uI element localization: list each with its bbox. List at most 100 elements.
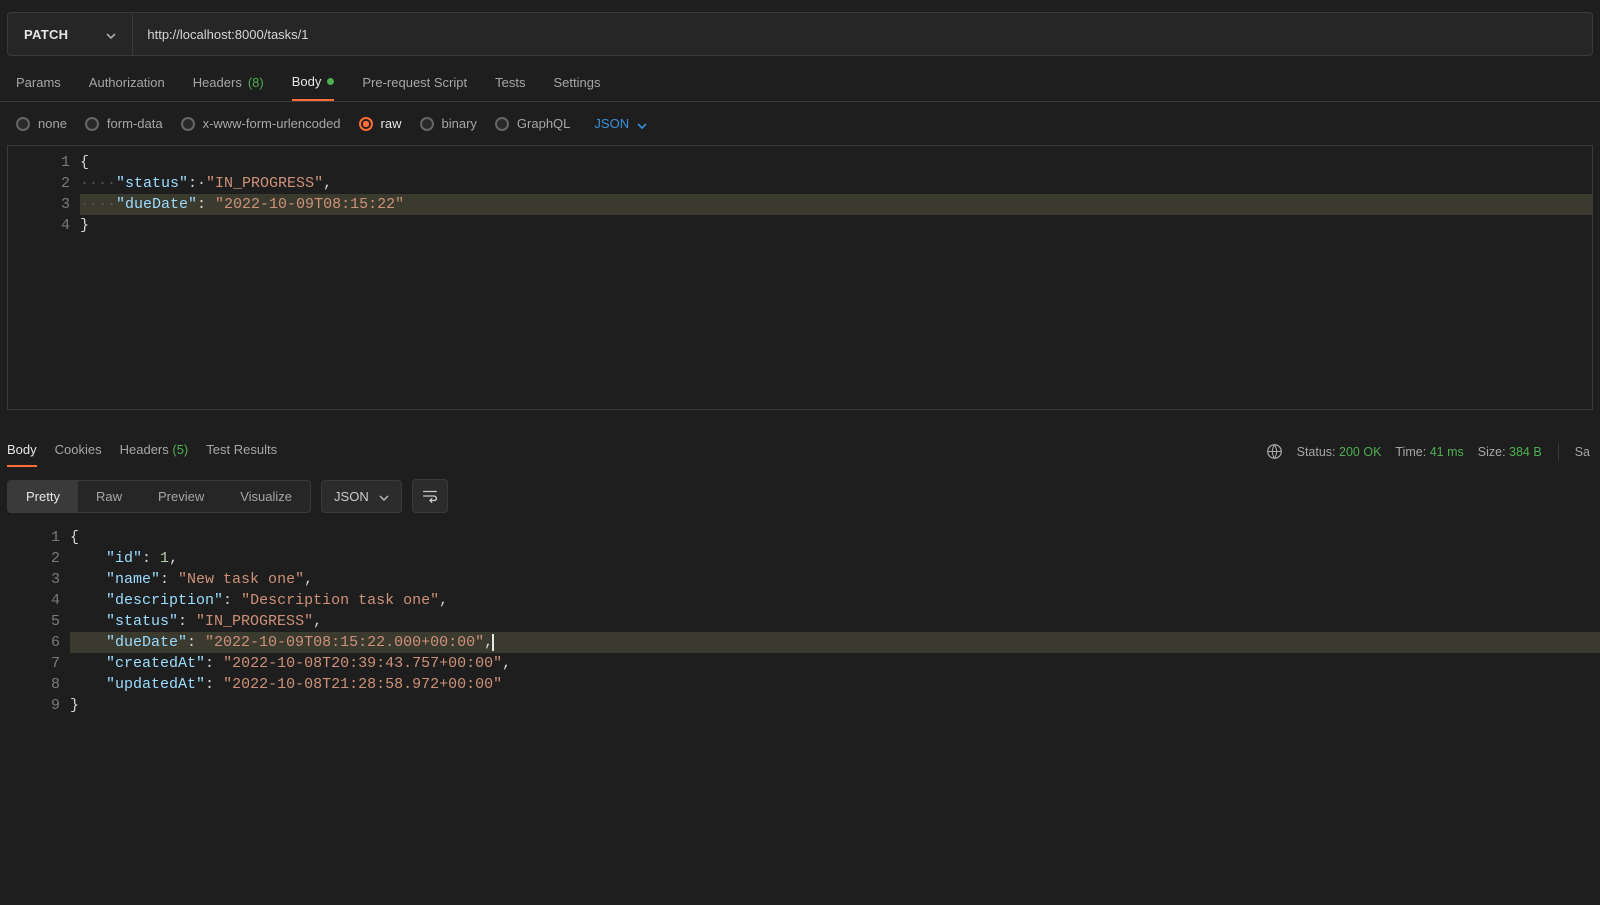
cursor-icon <box>492 634 494 651</box>
wrap-lines-button[interactable] <box>412 479 448 513</box>
code-text: { <box>70 529 79 546</box>
save-response-link[interactable]: Sa <box>1575 445 1590 459</box>
code-pun: : <box>205 655 223 672</box>
code-pun: : <box>178 613 196 630</box>
radio-icon <box>495 117 509 131</box>
resp-tab-headers[interactable]: Headers (5) <box>120 436 189 467</box>
code-pun: , <box>439 592 448 609</box>
code-pun: : <box>142 550 160 567</box>
code-pun: : <box>197 196 215 213</box>
resp-tab-body[interactable]: Body <box>7 436 37 467</box>
time-label: Time: <box>1395 445 1426 459</box>
code-key: "id" <box>106 550 142 567</box>
resp-tab-headers-label: Headers <box>120 442 169 457</box>
code-string: "2022-10-09T08:15:22" <box>215 196 404 213</box>
tab-headers-label: Headers <box>193 75 242 90</box>
body-type-graphql-label: GraphQL <box>517 116 570 131</box>
response-view-row: Pretty Raw Preview Visualize JSON <box>0 467 1600 519</box>
code-key: "description" <box>106 592 223 609</box>
code-pun: , <box>323 175 332 192</box>
code-pun: :· <box>188 175 206 192</box>
resp-tab-headers-count: (5) <box>172 442 188 457</box>
code-key: "updatedAt" <box>106 676 205 693</box>
editor-code[interactable]: { ····"status":·"IN_PROGRESS", ····"dueD… <box>80 146 1592 409</box>
tab-body-label: Body <box>292 74 322 89</box>
code-key: "dueDate" <box>106 634 187 651</box>
response-body-editor[interactable]: 123456789 { "id": 1, "name": "New task o… <box>0 523 1600 716</box>
body-type-form-data[interactable]: form-data <box>85 116 163 131</box>
body-type-row: none form-data x-www-form-urlencoded raw… <box>0 102 1600 145</box>
code-key: "status" <box>116 175 188 192</box>
radio-icon <box>359 117 373 131</box>
code-string: "2022-10-09T08:15:22.000+00:00" <box>205 634 484 651</box>
tab-settings[interactable]: Settings <box>553 74 600 101</box>
body-type-x-www-form-urlencoded[interactable]: x-www-form-urlencoded <box>181 116 341 131</box>
code-text: } <box>70 697 79 714</box>
view-pretty-button[interactable]: Pretty <box>8 481 78 512</box>
status-label: Status: <box>1297 445 1336 459</box>
code-key: "name" <box>106 571 160 588</box>
code-pun: : <box>160 571 178 588</box>
resp-tab-test-results[interactable]: Test Results <box>206 436 277 467</box>
code-string: "New task one" <box>178 571 304 588</box>
code-pun: , <box>304 571 313 588</box>
code-text: { <box>80 154 89 171</box>
view-visualize-button[interactable]: Visualize <box>222 481 310 512</box>
radio-icon <box>181 117 195 131</box>
code-key: "status" <box>106 613 178 630</box>
response-format-select[interactable]: JSON <box>321 480 402 513</box>
tab-pre-request-script[interactable]: Pre-request Script <box>362 74 467 101</box>
body-type-graphql[interactable]: GraphQL <box>495 116 570 131</box>
code-indent: ···· <box>80 196 116 213</box>
tab-params[interactable]: Params <box>16 74 61 101</box>
code-number: 1 <box>160 550 169 567</box>
editor-gutter: 1234 <box>8 146 80 409</box>
chevron-down-icon <box>106 29 116 39</box>
view-preview-button[interactable]: Preview <box>140 481 222 512</box>
body-type-binary-label: binary <box>442 116 477 131</box>
raw-format-select[interactable]: JSON <box>594 116 647 131</box>
code-key: "createdAt" <box>106 655 205 672</box>
tab-headers[interactable]: Headers (8) <box>193 74 264 101</box>
request-tabs: Params Authorization Headers (8) Body Pr… <box>0 56 1600 102</box>
resp-editor-code[interactable]: { "id": 1, "name": "New task one", "desc… <box>70 523 1600 716</box>
chevron-down-icon <box>637 119 647 129</box>
globe-icon[interactable] <box>1266 443 1283 460</box>
response-tabs: Body Cookies Headers (5) Test Results <box>7 436 277 467</box>
body-type-none[interactable]: none <box>16 116 67 131</box>
url-input[interactable] <box>133 13 1592 55</box>
time-value: 41 ms <box>1430 445 1464 459</box>
code-pun: , <box>169 550 178 567</box>
body-modified-dot-icon <box>327 78 334 85</box>
tab-authorization[interactable]: Authorization <box>89 74 165 101</box>
view-mode-segment: Pretty Raw Preview Visualize <box>7 480 311 513</box>
resp-tab-cookies[interactable]: Cookies <box>55 436 102 467</box>
code-string: "IN_PROGRESS" <box>196 613 313 630</box>
wrap-icon <box>421 487 439 505</box>
radio-icon <box>16 117 30 131</box>
code-pun: , <box>502 655 511 672</box>
radio-icon <box>85 117 99 131</box>
tab-tests[interactable]: Tests <box>495 74 525 101</box>
body-type-raw-label: raw <box>381 116 402 131</box>
code-pun: : <box>205 676 223 693</box>
size-value: 384 B <box>1509 445 1542 459</box>
body-type-none-label: none <box>38 116 67 131</box>
body-type-form-data-label: form-data <box>107 116 163 131</box>
view-raw-button[interactable]: Raw <box>78 481 140 512</box>
request-body-editor[interactable]: 1234 { ····"status":·"IN_PROGRESS", ····… <box>7 145 1593 410</box>
response-meta: Status: 200 OK Time: 41 ms Size: 384 B S… <box>1266 443 1590 461</box>
method-label: PATCH <box>24 27 68 42</box>
response-bar: Body Cookies Headers (5) Test Results St… <box>0 436 1600 467</box>
size-label: Size: <box>1478 445 1506 459</box>
code-string: "IN_PROGRESS" <box>206 175 323 192</box>
resp-editor-gutter: 123456789 <box>0 523 70 716</box>
body-type-raw[interactable]: raw <box>359 116 402 131</box>
body-type-binary[interactable]: binary <box>420 116 477 131</box>
tab-body[interactable]: Body <box>292 74 335 101</box>
response-format-label: JSON <box>334 489 369 504</box>
code-text: } <box>80 217 89 234</box>
method-select[interactable]: PATCH <box>8 13 133 55</box>
code-string: "Description task one" <box>241 592 439 609</box>
chevron-down-icon <box>379 491 389 501</box>
